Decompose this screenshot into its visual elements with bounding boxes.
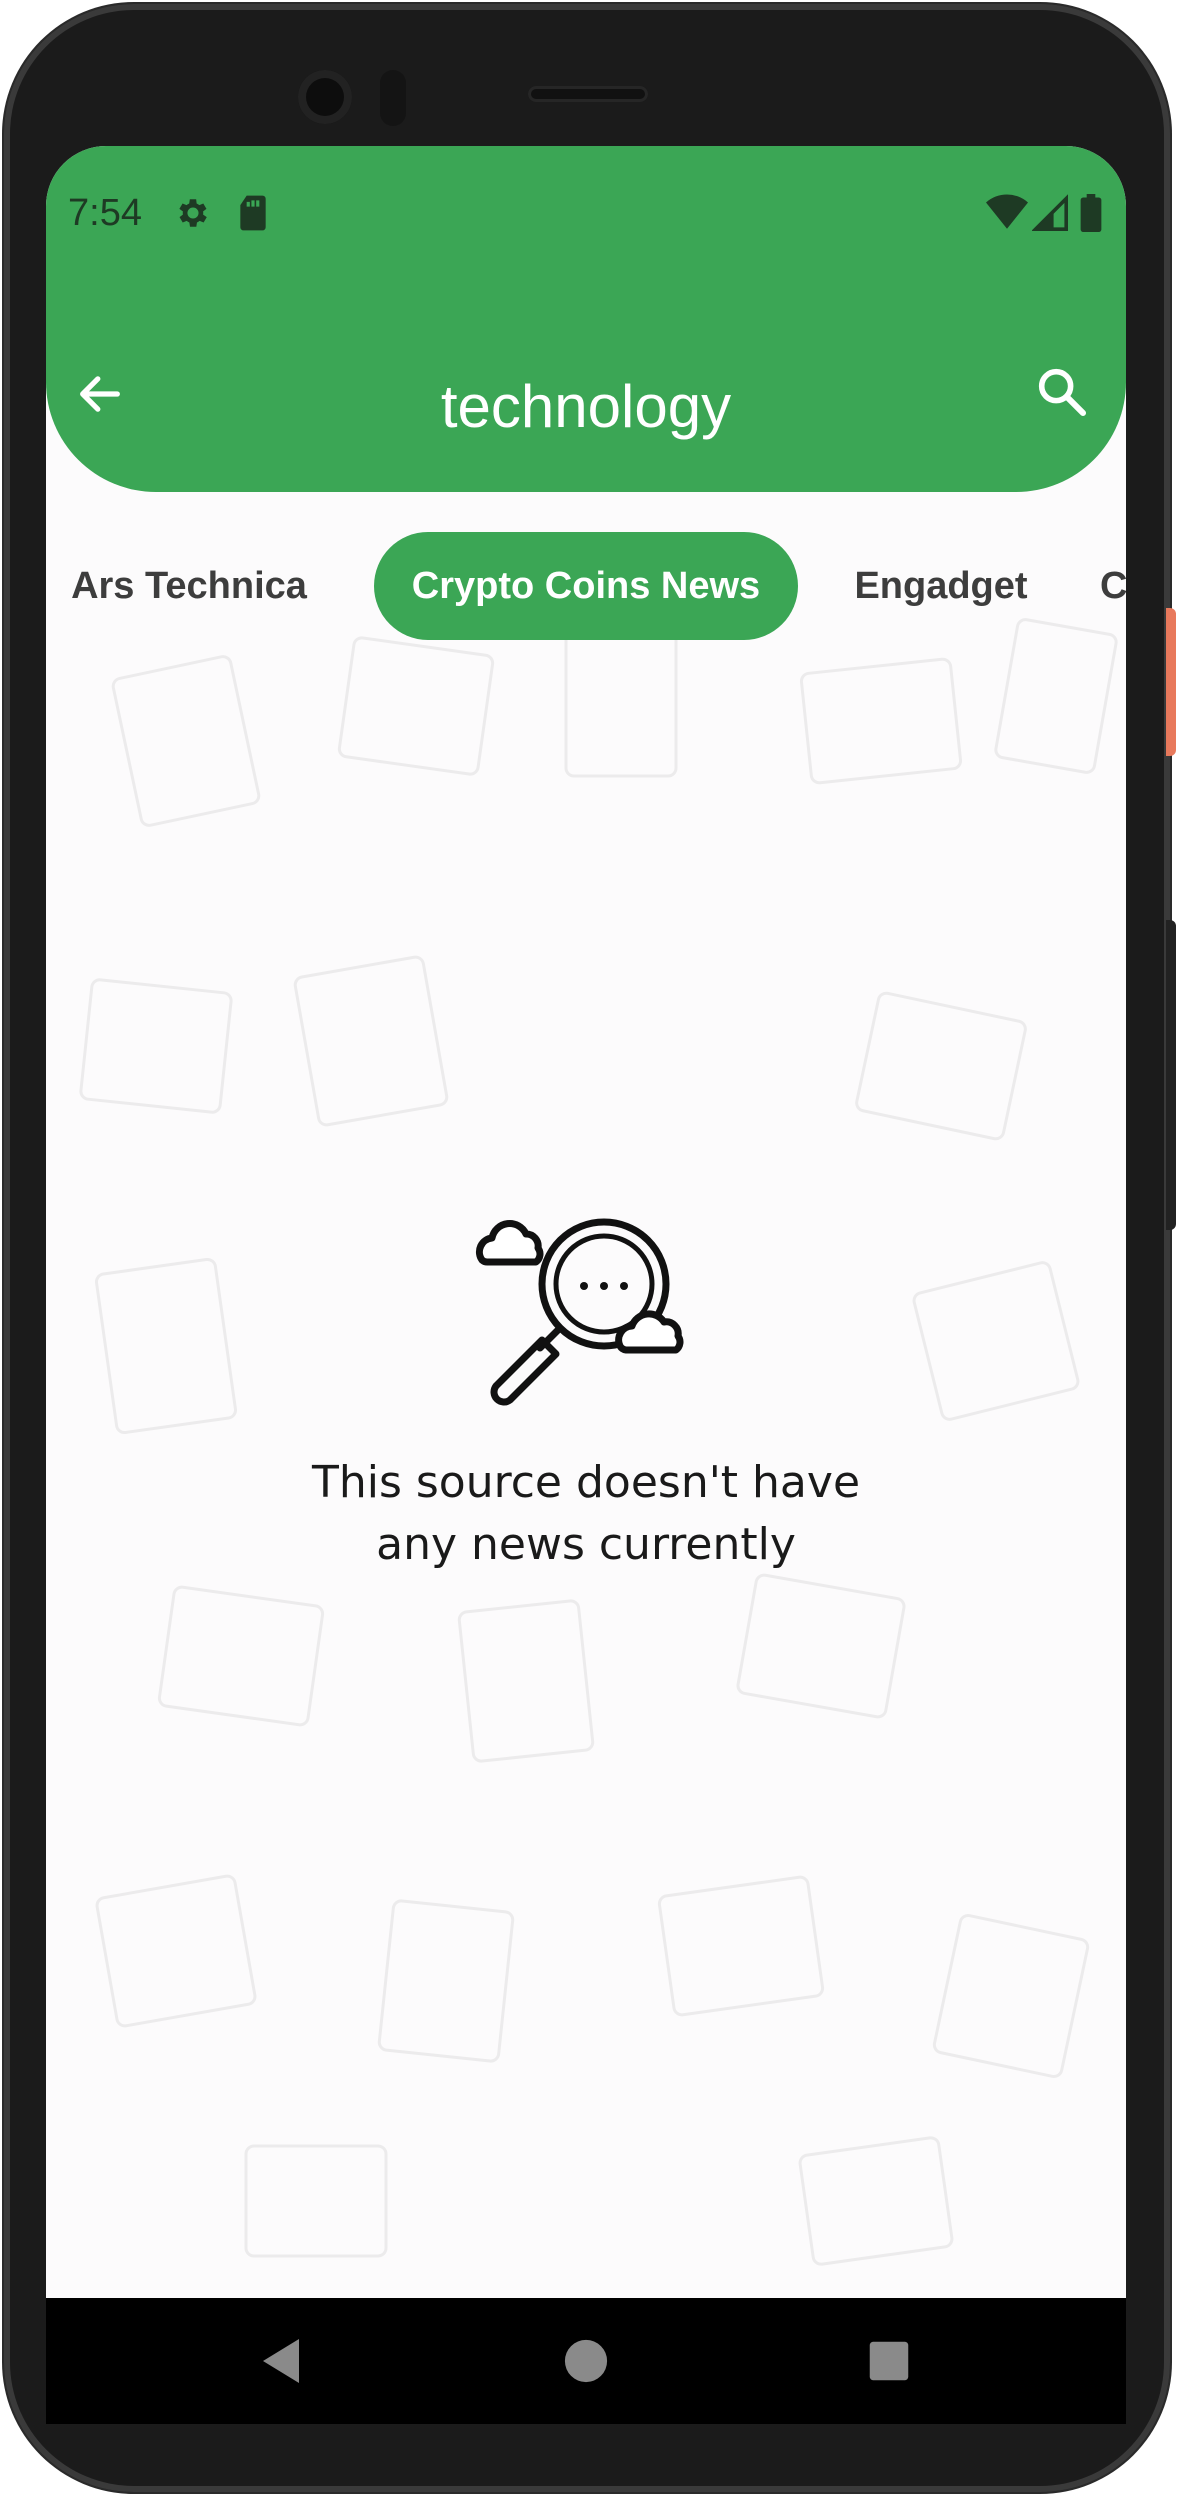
tab-engadget[interactable]: Engadget — [838, 532, 1044, 640]
search-icon — [1034, 364, 1090, 425]
tab-partial[interactable]: C — [1100, 532, 1126, 640]
nav-recents-button[interactable] — [854, 2328, 924, 2398]
empty-message: This source doesn't have any news curren… — [46, 1452, 1126, 1576]
battery-icon — [1080, 194, 1102, 237]
front-camera — [298, 70, 352, 124]
volume-button — [1166, 920, 1176, 1230]
page-title: technology — [440, 373, 732, 440]
wifi-icon — [986, 194, 1028, 237]
sd-card-icon — [236, 194, 270, 237]
tab-label: Engadget — [854, 564, 1028, 607]
tab-label: Ars Technica — [71, 564, 307, 607]
nav-home-button[interactable] — [551, 2328, 621, 2398]
tab-label: Crypto Coins News — [411, 564, 761, 607]
proximity-sensor — [380, 70, 406, 126]
search-clouds-icon — [470, 1218, 702, 1432]
tab-ars-technica[interactable]: Ars Technica — [64, 532, 314, 640]
empty-state — [46, 1200, 1126, 1433]
tab-label: C — [1100, 564, 1126, 607]
status-time: 7:54 — [68, 192, 142, 234]
system-nav-bar — [46, 2298, 1126, 2424]
power-button — [1166, 608, 1176, 756]
square-recents-icon — [868, 2340, 910, 2387]
screen: 7:54 technology Ars Technica Crypto Coin… — [46, 146, 1126, 2298]
triangle-back-icon — [259, 2337, 303, 2390]
search-button[interactable] — [1022, 354, 1102, 434]
empty-message-line2: any news currently — [376, 1519, 796, 1570]
app-bar: 7:54 technology — [46, 146, 1126, 492]
source-tabs: Ars Technica Crypto Coins News Engadget … — [46, 532, 1126, 644]
earpiece-speaker — [528, 86, 648, 102]
nav-back-button[interactable] — [246, 2328, 316, 2398]
settings-icon — [174, 194, 212, 237]
cellular-icon — [1031, 194, 1068, 237]
empty-message-line1: This source doesn't have — [311, 1457, 861, 1508]
circle-home-icon — [563, 2338, 609, 2389]
tab-crypto-coins-news[interactable]: Crypto Coins News — [374, 532, 798, 640]
